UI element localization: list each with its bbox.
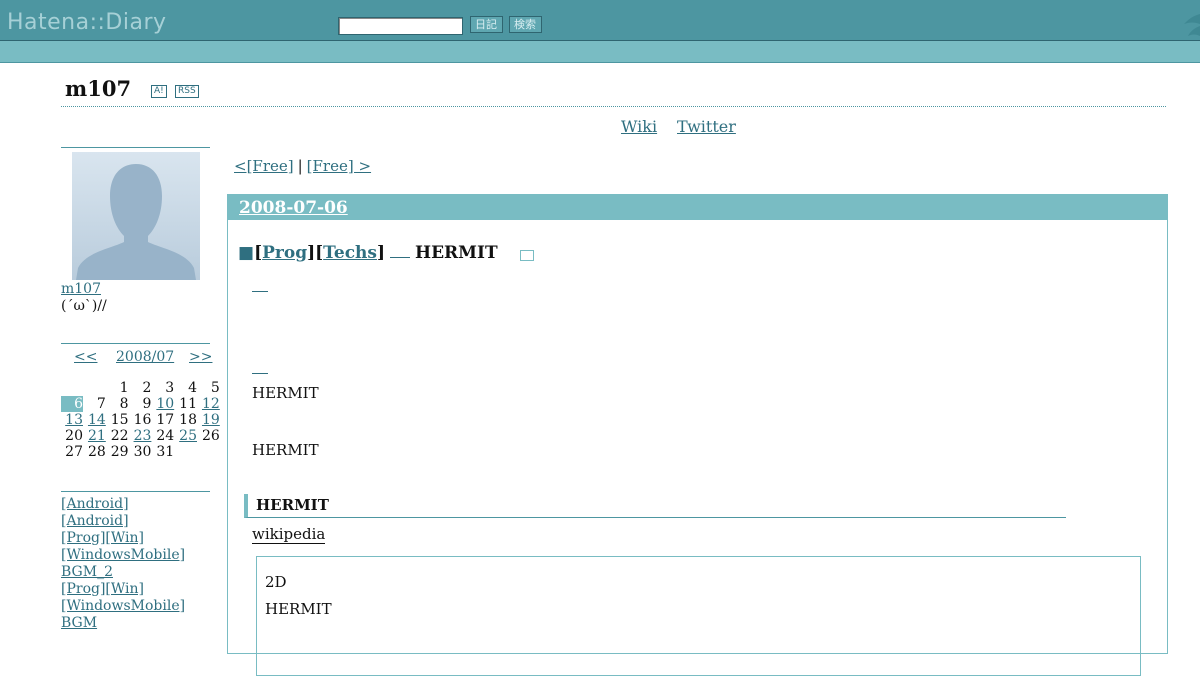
- calendar-day: 11: [179, 396, 197, 412]
- blockquote: 2D HERMIT: [256, 556, 1141, 676]
- top-bar: Hatena::Diary 日記 検索: [0, 0, 1200, 41]
- section-anchor-icon[interactable]: ■: [238, 243, 254, 263]
- recent-entry-link[interactable]: [Android]: [61, 496, 185, 513]
- calendar-day-link[interactable]: 23: [134, 428, 152, 444]
- calendar-day[interactable]: 19: [198, 412, 220, 428]
- calendar-day: 20: [65, 428, 83, 444]
- keyword-link[interactable]: [252, 291, 268, 292]
- pager-next-link[interactable]: [Free] >: [307, 157, 371, 175]
- corner-decoration-icon: [1184, 14, 1200, 36]
- calendar-day: 7: [96, 396, 106, 412]
- calendar-day-link[interactable]: 13: [65, 412, 83, 428]
- blank-keyword-link[interactable]: [390, 255, 411, 258]
- diary-button[interactable]: 日記: [470, 16, 503, 33]
- day-date-link[interactable]: 2008-07-06: [239, 198, 348, 218]
- calendar-day: 4: [188, 380, 197, 396]
- calendar-day-link[interactable]: 19: [202, 412, 220, 428]
- pager-separator: |: [297, 157, 303, 175]
- day-header: 2008-07-06: [228, 195, 1167, 220]
- calendar-day: 24: [156, 428, 175, 444]
- calendar-day: 28: [87, 444, 106, 460]
- day-entry: 2008-07-06 ■[Prog][Techs] HERMIT HERMIT H…: [227, 194, 1168, 676]
- header-link-extra[interactable]: [756, 117, 775, 134]
- calendar-month-link[interactable]: 2008/07: [116, 349, 174, 365]
- calendar-day: 18: [179, 412, 197, 428]
- rss-badge[interactable]: RSS: [175, 85, 199, 98]
- recent-entry-link[interactable]: [Android]: [61, 513, 185, 530]
- wikipedia-link[interactable]: wikipedia: [252, 525, 326, 544]
- subsection-title: HERMIT: [256, 496, 329, 514]
- calendar-prev-link[interactable]: <<: [74, 349, 97, 365]
- calendar-day-link[interactable]: 12: [202, 396, 220, 412]
- calendar-day: 29: [110, 444, 129, 460]
- profile-description: (´ω`)//: [61, 298, 107, 314]
- search-input[interactable]: [338, 17, 463, 35]
- profile-name-link[interactable]: m107: [61, 281, 101, 297]
- sidebar-divider: [61, 491, 210, 492]
- recent-entry-link[interactable]: [Prog][Win]: [61, 530, 185, 547]
- avatar[interactable]: [72, 152, 200, 280]
- recent-entry-link[interactable]: [WindowsMobile]: [61, 547, 185, 564]
- calendar-day[interactable]: 10: [152, 396, 174, 412]
- calendar-day: 22: [110, 428, 129, 444]
- calendar-day: 5: [210, 380, 220, 396]
- calendar-day: 17: [156, 412, 175, 428]
- category-link-techs[interactable]: Techs: [323, 243, 377, 263]
- recent-entry-link[interactable]: BGM: [61, 615, 185, 632]
- header-link-twitter[interactable]: Twitter: [677, 117, 736, 136]
- calendar-day: 26: [201, 428, 220, 444]
- avatar-silhouette-icon: [76, 164, 196, 280]
- calendar-day[interactable]: 23: [129, 428, 152, 444]
- calendar-day: 3: [165, 380, 175, 396]
- quote-line: HERMIT: [265, 600, 332, 618]
- calendar-day: 16: [133, 412, 152, 428]
- calendar-nav: << 2008/07 >>: [61, 349, 221, 367]
- calendar-day: 15: [110, 412, 129, 428]
- calendar-day: 9: [142, 396, 152, 412]
- category-link-prog[interactable]: Prog: [262, 243, 307, 263]
- diary-title[interactable]: m107: [65, 76, 131, 101]
- calendar-day[interactable]: 6: [61, 396, 83, 412]
- calendar-day[interactable]: 25: [175, 428, 197, 444]
- paragraph: HERMIT: [252, 441, 319, 459]
- calendar-day-link[interactable]: 14: [88, 412, 106, 428]
- calendar-day[interactable]: 13: [61, 412, 83, 428]
- sidebar-divider: [61, 343, 210, 344]
- header-link-wiki[interactable]: Wiki: [621, 117, 657, 136]
- calendar-day: 1: [119, 380, 129, 396]
- recent-entry-link[interactable]: [Prog][Win]: [61, 581, 185, 598]
- calendar-day-link[interactable]: 10: [156, 396, 174, 412]
- subsection-header: HERMIT: [244, 494, 1066, 518]
- header-divider: [61, 106, 1166, 107]
- calendar-day: 8: [119, 396, 129, 412]
- calendar-day[interactable]: 14: [84, 412, 106, 428]
- search-button[interactable]: 検索: [509, 16, 542, 33]
- pager-prev-link[interactable]: <[Free]: [234, 157, 294, 175]
- calendar-day-link[interactable]: 6: [74, 396, 83, 412]
- keyword-link[interactable]: [252, 373, 268, 374]
- calendar-day: 27: [65, 444, 83, 460]
- recent-entry-link[interactable]: BGM_2: [61, 564, 185, 581]
- calendar-day[interactable]: 12: [198, 396, 220, 412]
- bookmark-icon[interactable]: [520, 250, 534, 261]
- calendar-day-link[interactable]: 25: [179, 428, 197, 444]
- calendar-day: 30: [133, 444, 152, 460]
- paragraph: HERMIT: [252, 384, 319, 402]
- antenna-badge[interactable]: A!: [151, 85, 167, 98]
- quote-line: 2D: [265, 573, 287, 591]
- calendar-day-link[interactable]: 21: [88, 428, 106, 444]
- section-title: ■[Prog][Techs] HERMIT: [238, 243, 498, 263]
- calendar-day: 31: [156, 444, 175, 460]
- recent-entries: [Android] [Android] [Prog][Win] [Windows…: [61, 496, 185, 632]
- site-logo[interactable]: Hatena::Diary: [7, 10, 167, 35]
- calendar-next-link[interactable]: >>: [189, 349, 212, 365]
- recent-entry-link[interactable]: [WindowsMobile]: [61, 598, 185, 615]
- calendar-day: 2: [142, 380, 152, 396]
- calendar-day[interactable]: 21: [84, 428, 106, 444]
- sidebar-divider: [61, 147, 210, 148]
- pager: <[Free] | [Free] >: [234, 157, 371, 175]
- sub-bar: [0, 41, 1200, 63]
- section-title-text: HERMIT: [415, 243, 498, 263]
